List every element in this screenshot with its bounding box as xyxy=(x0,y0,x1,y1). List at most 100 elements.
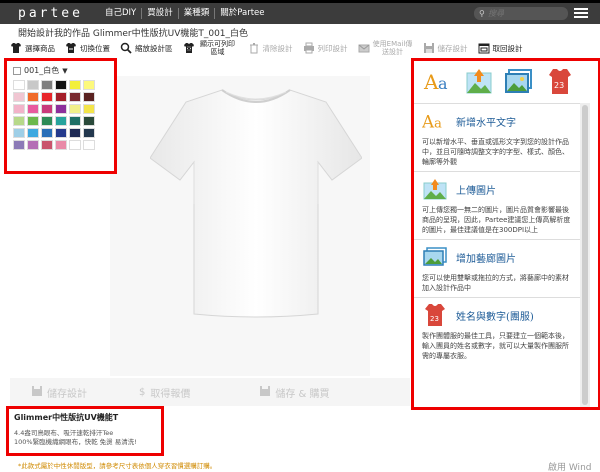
panel-scrollbar-thumb[interactable] xyxy=(582,105,588,405)
save-design-action-label: 儲存設計 xyxy=(47,388,87,400)
folder-icon xyxy=(478,42,490,54)
color-swatch[interactable] xyxy=(83,92,95,102)
color-swatch[interactable] xyxy=(13,104,25,114)
color-swatch[interactable] xyxy=(69,116,81,126)
color-swatch[interactable] xyxy=(27,128,39,138)
color-swatch[interactable] xyxy=(83,116,95,126)
color-swatch[interactable] xyxy=(13,116,25,126)
color-swatch[interactable] xyxy=(27,104,39,114)
text-aa-icon: A a xyxy=(422,110,448,132)
color-swatch[interactable] xyxy=(69,104,81,114)
feature-list: A a 新增水平文字 可以新增水平、垂直或弧形文字到您的設計作品中，並且可隨時調… xyxy=(414,103,580,365)
search-icon: ⚲ xyxy=(479,9,485,18)
color-swatch[interactable] xyxy=(27,116,39,126)
save-and-buy-action[interactable]: 儲存 & 購買 xyxy=(260,385,330,400)
color-swatch[interactable] xyxy=(55,80,67,90)
color-swatch[interactable] xyxy=(41,104,53,114)
color-swatch[interactable] xyxy=(69,80,81,90)
color-swatch[interactable] xyxy=(83,104,95,114)
print-design-button[interactable]: 列印設計 xyxy=(303,42,348,54)
color-swatch[interactable] xyxy=(55,116,67,126)
feature-gallery[interactable]: 增加藝廊圖片 您可以使用雙擊或拖拉的方式，將藝廊中的素材加入設計作品中 xyxy=(414,239,580,297)
switch-position-button[interactable]: 切換位置 xyxy=(65,42,110,54)
get-quote-action[interactable]: $ 取得報價 xyxy=(139,385,190,400)
text-tab[interactable]: A a xyxy=(423,66,453,96)
svg-text:a: a xyxy=(434,117,442,132)
color-swatch[interactable] xyxy=(55,104,67,114)
nav-menu: 自己DIY 買設計 業種類 關於Partee xyxy=(100,8,270,19)
color-swatch[interactable] xyxy=(55,92,67,102)
top-nav-bar: partee 自己DIY 買設計 業種類 關於Partee ⚲ xyxy=(0,0,600,24)
svg-text:A: A xyxy=(423,70,439,94)
trash-icon xyxy=(248,42,260,54)
email-design-button[interactable]: 使用EMail傳送設計 xyxy=(358,40,413,56)
feature-team-names[interactable]: 23 姓名與數字(團服) 製作團體服的最佳工具，只要建立一個範本後，輸入團員的姓… xyxy=(414,297,580,365)
nav-item-about[interactable]: 關於Partee xyxy=(214,8,269,19)
color-swatch[interactable] xyxy=(41,116,53,126)
feature-upload-image[interactable]: 上傳圖片 可上傳您獨一無二的圖片，圖片品質會影響最後商品的呈現，因此，Parte… xyxy=(414,171,580,239)
gallery-tab[interactable] xyxy=(504,66,534,96)
svg-text:23: 23 xyxy=(430,315,439,323)
color-swatch[interactable] xyxy=(83,80,95,90)
gallery-icon xyxy=(422,246,448,268)
color-swatch[interactable] xyxy=(69,140,81,150)
color-swatch[interactable] xyxy=(13,80,25,90)
save-icon xyxy=(32,385,42,399)
feature-upload-image-title: 上傳圖片 xyxy=(456,185,496,197)
nav-item-buy-design[interactable]: 買設計 xyxy=(141,8,178,19)
printer-icon xyxy=(303,42,315,54)
color-swatch[interactable] xyxy=(41,128,53,138)
color-swatch[interactable] xyxy=(13,92,25,102)
zoom-design-area-label: 縮放設計區 xyxy=(135,43,173,53)
print-design-label: 列印設計 xyxy=(317,43,348,53)
clear-design-label: 清除設計 xyxy=(262,43,293,53)
design-toolbar: 選擇商品 切換位置 縮放設計區 顯示可列印區域 清除設計 列印設計 使用EMai… xyxy=(10,38,590,58)
color-swatch[interactable] xyxy=(41,80,53,90)
color-swatch[interactable] xyxy=(55,128,67,138)
color-swatch[interactable] xyxy=(69,92,81,102)
save-design-action[interactable]: 儲存設計 xyxy=(32,385,87,400)
color-swatch[interactable] xyxy=(13,140,25,150)
show-print-area-button[interactable]: 顯示可列印區域 xyxy=(183,40,238,56)
magnifier-icon xyxy=(120,42,132,54)
tools-panel: A a 23 A a 新增水平文字 可以新增水平、垂直或弧形文字到您的設計作品中… xyxy=(411,58,600,410)
show-print-area-label: 顯示可列印區域 xyxy=(200,40,235,56)
product-desc-line1: 4.4盎司鳥眼布、吸汗速乾排汗Tee xyxy=(14,429,114,437)
select-product-label: 選擇商品 xyxy=(25,43,55,53)
color-swatch[interactable] xyxy=(69,128,81,138)
tshirt-preview[interactable] xyxy=(150,84,362,318)
color-swatch[interactable] xyxy=(27,140,39,150)
svg-text:a: a xyxy=(438,74,448,93)
color-swatch[interactable] xyxy=(27,80,39,90)
upload-tab[interactable] xyxy=(464,66,494,96)
search-input[interactable] xyxy=(488,7,564,20)
color-swatch[interactable] xyxy=(13,128,25,138)
save-icon xyxy=(423,42,435,54)
color-swatch[interactable] xyxy=(83,128,95,138)
clear-design-button[interactable]: 清除設計 xyxy=(248,42,293,54)
color-swatch-grid xyxy=(13,80,108,150)
nav-item-industry[interactable]: 業種類 xyxy=(177,8,215,19)
zoom-design-area-button[interactable]: 縮放設計區 xyxy=(120,42,173,54)
color-swatch[interactable] xyxy=(27,92,39,102)
color-dropdown[interactable]: 001_白色 ▼ xyxy=(13,65,108,76)
feature-add-text[interactable]: A a 新增水平文字 可以新增水平、垂直或弧形文字到您的設計作品中，並且可隨時調… xyxy=(414,103,580,171)
panel-scrollbar[interactable] xyxy=(580,103,590,407)
nav-item-diy[interactable]: 自己DIY xyxy=(100,8,141,19)
color-swatch[interactable] xyxy=(83,140,95,150)
upload-image-icon xyxy=(466,69,492,94)
jersey-tab[interactable]: 23 xyxy=(545,66,575,96)
product-name: Glimmer中性版抗UV機能T xyxy=(14,413,119,422)
site-logo[interactable]: partee xyxy=(18,6,83,21)
product-desc-line2: 100%緊臨機織網眼布，快乾 免燙 易清洗! xyxy=(14,438,137,446)
color-swatch[interactable] xyxy=(41,140,53,150)
retrieve-design-button[interactable]: 取回設計 xyxy=(478,42,523,54)
feature-gallery-title: 增加藝廊圖片 xyxy=(456,253,516,265)
save-design-button[interactable]: 儲存設計 xyxy=(423,42,468,54)
color-swatch[interactable] xyxy=(55,140,67,150)
color-selector-panel: 001_白色 ▼ xyxy=(4,58,117,174)
color-swatch[interactable] xyxy=(41,92,53,102)
product-info-box: Glimmer中性版抗UV機能T 4.4盎司鳥眼布、吸汗速乾排汗Tee 100%… xyxy=(6,406,164,456)
hamburger-menu-icon[interactable] xyxy=(574,8,588,18)
select-product-button[interactable]: 選擇商品 xyxy=(10,42,55,54)
